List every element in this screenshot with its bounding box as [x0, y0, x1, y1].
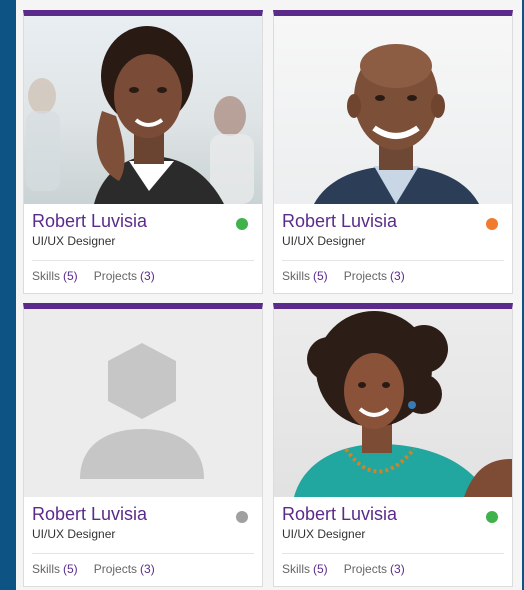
profile-photo — [274, 16, 512, 204]
profile-grid: Robert Luvisia UI/UX Designer Skills (5)… — [16, 0, 522, 590]
projects-link[interactable]: Projects (3) — [94, 269, 155, 283]
skills-link[interactable]: Skills (5) — [32, 562, 78, 576]
skills-count: (5) — [63, 562, 78, 576]
skills-label: Skills — [32, 562, 61, 576]
profile-card[interactable]: Robert Luvisia UI/UX Designer Skills (5)… — [23, 303, 263, 587]
profile-info: Robert Luvisia UI/UX Designer Skills (5)… — [24, 497, 262, 586]
profile-card[interactable]: Robert Luvisia UI/UX Designer Skills (5)… — [273, 10, 513, 294]
profile-role: UI/UX Designer — [32, 527, 116, 541]
status-dot-icon — [486, 511, 498, 523]
profile-stats: Skills (5) Projects (3) — [282, 554, 504, 576]
profile-stats: Skills (5) Projects (3) — [32, 261, 254, 283]
profile-name[interactable]: Robert Luvisia — [32, 503, 254, 525]
skills-label: Skills — [282, 562, 311, 576]
skills-count: (5) — [313, 269, 328, 283]
profile-card[interactable]: Robert Luvisia UI/UX Designer Skills (5)… — [23, 10, 263, 294]
profile-card[interactable]: Robert Luvisia UI/UX Designer Skills (5)… — [273, 303, 513, 587]
skills-label: Skills — [32, 269, 61, 283]
projects-count: (3) — [390, 269, 405, 283]
profile-stats: Skills (5) Projects (3) — [282, 261, 504, 283]
skills-link[interactable]: Skills (5) — [282, 562, 328, 576]
projects-count: (3) — [140, 269, 155, 283]
projects-label: Projects — [93, 562, 138, 576]
profile-info: Robert Luvisia UI/UX Designer Skills (5)… — [24, 204, 262, 293]
profile-name[interactable]: Robert Luvisia — [32, 210, 254, 232]
profile-photo — [24, 16, 262, 204]
projects-label: Projects — [343, 562, 388, 576]
status-dot-icon — [236, 218, 248, 230]
skills-count: (5) — [313, 562, 328, 576]
skills-count: (5) — [63, 269, 78, 283]
profile-photo — [274, 309, 512, 497]
projects-label: Projects — [93, 269, 138, 283]
projects-link[interactable]: Projects (3) — [344, 562, 405, 576]
projects-link[interactable]: Projects (3) — [344, 269, 405, 283]
projects-link[interactable]: Projects (3) — [94, 562, 155, 576]
skills-link[interactable]: Skills (5) — [32, 269, 78, 283]
profile-role: UI/UX Designer — [32, 234, 116, 248]
profile-name[interactable]: Robert Luvisia — [282, 210, 504, 232]
user-placeholder-icon — [80, 343, 204, 479]
profile-role: UI/UX Designer — [282, 234, 366, 248]
profile-stats: Skills (5) Projects (3) — [32, 554, 254, 576]
profile-info: Robert Luvisia UI/UX Designer Skills (5)… — [274, 204, 512, 293]
skills-link[interactable]: Skills (5) — [282, 269, 328, 283]
profile-name[interactable]: Robert Luvisia — [282, 503, 504, 525]
profile-info: Robert Luvisia UI/UX Designer Skills (5)… — [274, 497, 512, 586]
projects-count: (3) — [140, 562, 155, 576]
profile-photo — [24, 309, 262, 497]
skills-label: Skills — [282, 269, 311, 283]
status-dot-icon — [236, 511, 248, 523]
projects-label: Projects — [343, 269, 388, 283]
projects-count: (3) — [390, 562, 405, 576]
status-dot-icon — [486, 218, 498, 230]
profile-role: UI/UX Designer — [282, 527, 366, 541]
